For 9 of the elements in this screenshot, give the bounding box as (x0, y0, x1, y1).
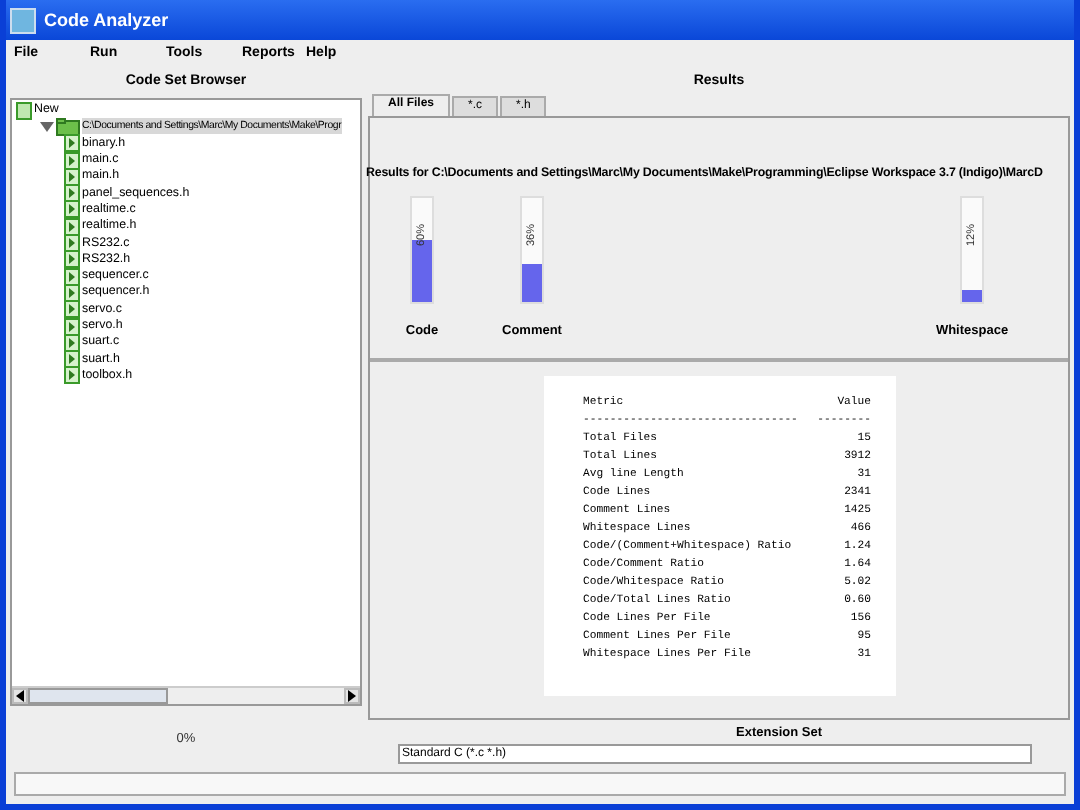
document-icon (16, 101, 32, 120)
window-title: Code Analyzer (44, 10, 169, 30)
folder-icon (56, 117, 80, 136)
app-icon (10, 7, 36, 33)
expand-toggle-icon[interactable] (40, 119, 54, 134)
scrollbar-thumb[interactable] (28, 688, 168, 704)
horizontal-scrollbar[interactable] (12, 686, 360, 704)
scroll-left-icon[interactable] (12, 688, 28, 704)
scroll-right-icon[interactable] (344, 688, 360, 704)
